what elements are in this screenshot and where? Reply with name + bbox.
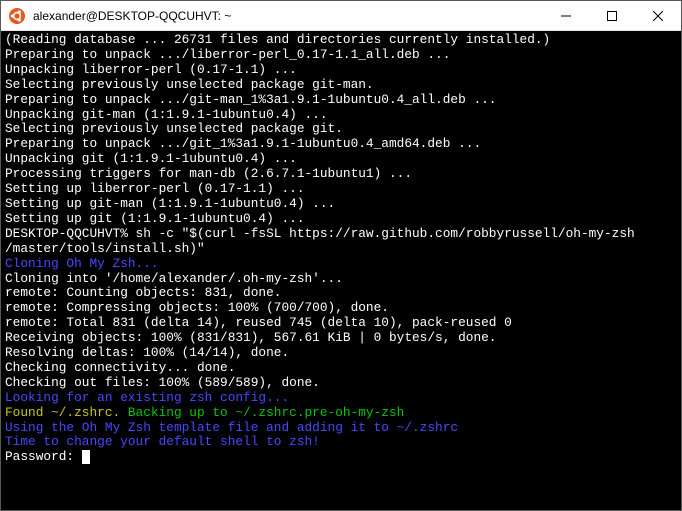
terminal-line: Preparing to unpack .../git-man_1%3a1.9.… (5, 93, 677, 108)
terminal-line: Unpacking git (1:1.9.1-1ubuntu0.4) ... (5, 152, 677, 167)
terminal-window: alexander@DESKTOP-QQCUHVT: ~ (Reading da… (0, 0, 682, 511)
titlebar[interactable]: alexander@DESKTOP-QQCUHVT: ~ (1, 1, 681, 31)
terminal-body[interactable]: (Reading database ... 26731 files and di… (1, 31, 681, 510)
terminal-line: Unpacking liberror-perl (0.17-1.1) ... (5, 63, 677, 78)
terminal-line: Looking for an existing zsh config... (5, 391, 677, 406)
terminal-line: Preparing to unpack .../git_1%3a1.9.1-1u… (5, 137, 677, 152)
terminal-line: Receiving objects: 100% (831/831), 567.6… (5, 331, 677, 346)
terminal-line: (Reading database ... 26731 files and di… (5, 33, 677, 48)
terminal-line: Selecting previously unselected package … (5, 122, 677, 137)
terminal-line: Found ~/.zshrc. Backing up to ~/.zshrc.p… (5, 406, 677, 421)
maximize-button[interactable] (589, 1, 635, 30)
terminal-line: Processing triggers for man-db (2.6.7.1-… (5, 167, 677, 182)
close-button[interactable] (635, 1, 681, 30)
terminal-line: Setting up git-man (1:1.9.1-1ubuntu0.4) … (5, 197, 677, 212)
terminal-line: Checking connectivity... done. (5, 361, 677, 376)
minimize-button[interactable] (543, 1, 589, 30)
cursor (82, 450, 90, 464)
terminal-line: Checking out files: 100% (589/589), done… (5, 376, 677, 391)
terminal-line: Using the Oh My Zsh template file and ad… (5, 421, 677, 436)
terminal-line: Password: (5, 450, 677, 465)
terminal-line: Preparing to unpack .../liberror-perl_0.… (5, 48, 677, 63)
terminal-line: DESKTOP-QQCUHVT% sh -c "$(curl -fsSL htt… (5, 227, 677, 242)
window-title: alexander@DESKTOP-QQCUHVT: ~ (33, 9, 543, 23)
terminal-line: Unpacking git-man (1:1.9.1-1ubuntu0.4) .… (5, 108, 677, 123)
terminal-line: Selecting previously unselected package … (5, 78, 677, 93)
terminal-line: /master/tools/install.sh)" (5, 242, 677, 257)
terminal-line: remote: Compressing objects: 100% (700/7… (5, 301, 677, 316)
ubuntu-icon (9, 8, 25, 24)
terminal-line: Resolving deltas: 100% (14/14), done. (5, 346, 677, 361)
terminal-line: Time to change your default shell to zsh… (5, 435, 677, 450)
terminal-line: remote: Total 831 (delta 14), reused 745… (5, 316, 677, 331)
terminal-line: Setting up liberror-perl (0.17-1.1) ... (5, 182, 677, 197)
terminal-line: Setting up git (1:1.9.1-1ubuntu0.4) ... (5, 212, 677, 227)
terminal-line: Cloning Oh My Zsh... (5, 257, 677, 272)
terminal-line: Cloning into '/home/alexander/.oh-my-zsh… (5, 272, 677, 287)
terminal-line: remote: Counting objects: 831, done. (5, 286, 677, 301)
window-controls (543, 1, 681, 30)
